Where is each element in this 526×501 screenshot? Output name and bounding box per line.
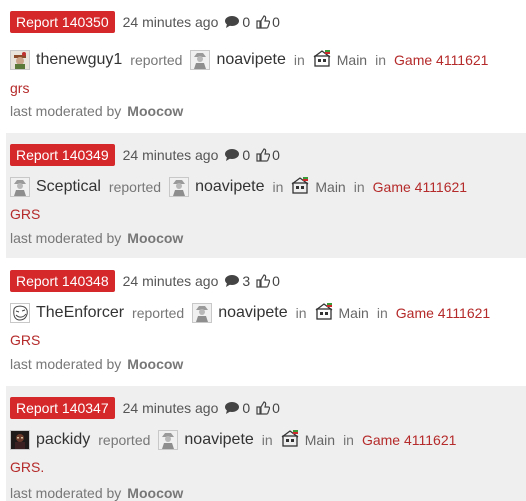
moderator-username[interactable]: Moocow (127, 356, 183, 372)
moderator-username[interactable]: Moocow (127, 230, 183, 246)
faction-name: Main (315, 179, 346, 195)
comment-count-value: 3 (242, 273, 251, 289)
faction-name: Main (304, 432, 336, 448)
in-label: in (375, 52, 387, 68)
in-label: in (293, 52, 305, 68)
like-count[interactable]: 0 (256, 14, 280, 30)
default-avatar-icon[interactable] (158, 430, 179, 450)
report-reason: grs (10, 80, 30, 96)
default-avatar-icon[interactable] (10, 177, 30, 197)
troll-face-avatar-icon[interactable] (10, 303, 30, 323)
in-label: in (353, 179, 365, 195)
faction-icon (313, 49, 331, 72)
like-count-value: 0 (272, 400, 280, 416)
report-id-button[interactable]: Report 140350 (10, 11, 115, 33)
game-link[interactable]: Game 4111621 (396, 305, 490, 321)
comment-count[interactable]: 0 (224, 14, 250, 30)
faction-icon (291, 176, 309, 199)
in-label: in (272, 179, 284, 195)
reported-label: reported (98, 432, 151, 448)
last-moderated-label: last moderated by (10, 103, 122, 119)
last-moderated-label: last moderated by (10, 356, 122, 372)
comment-count-value: 0 (242, 400, 251, 416)
report-reason: GRS (10, 206, 41, 222)
report-reason: GRS. (10, 459, 45, 475)
reported-label: reported (108, 179, 162, 195)
last-moderated-label: last moderated by (10, 485, 122, 501)
faction-icon (281, 429, 299, 452)
like-count-value: 0 (272, 14, 280, 30)
faction-name: Main (336, 52, 368, 68)
target-username[interactable]: noavipete (195, 178, 264, 196)
reporter-username[interactable]: TheEnforcer (36, 304, 124, 322)
reported-label: reported (132, 305, 185, 321)
like-count[interactable]: 0 (256, 147, 280, 163)
report-id-button[interactable]: Report 140347 (10, 397, 115, 419)
comment-count[interactable]: 3 (224, 273, 250, 289)
dark-character-avatar-icon[interactable] (10, 430, 30, 450)
like-count[interactable]: 0 (256, 273, 280, 289)
report-reason: GRS (10, 332, 41, 348)
in-label: in (261, 432, 273, 448)
moderator-username[interactable]: Moocow (127, 103, 183, 119)
target-username[interactable]: noavipete (184, 431, 253, 449)
like-count-value: 0 (272, 147, 280, 163)
comment-icon (225, 275, 240, 287)
last-moderated-label: last moderated by (10, 230, 122, 246)
report-entry: Report 140348 24 minutes ago 3 0 TheEnfo… (6, 259, 526, 385)
thumbs-up-icon (256, 401, 271, 415)
default-avatar-icon[interactable] (192, 303, 213, 323)
comment-count-value: 0 (242, 14, 251, 30)
like-count-value: 0 (272, 273, 280, 289)
comment-icon (225, 149, 240, 161)
game-link[interactable]: Game 4111621 (394, 52, 488, 68)
reported-label: reported (130, 52, 183, 68)
default-avatar-icon[interactable] (190, 50, 211, 70)
target-username[interactable]: noavipete (216, 51, 285, 69)
comment-count[interactable]: 0 (224, 147, 250, 163)
reporter-username[interactable]: packidy (36, 431, 90, 449)
report-entry: Report 140347 24 minutes ago 0 0 packidy… (6, 386, 526, 501)
report-time: 24 minutes ago (122, 147, 219, 163)
in-label: in (376, 305, 388, 321)
report-time: 24 minutes ago (122, 14, 219, 30)
comment-icon (225, 16, 240, 28)
in-label: in (343, 432, 354, 448)
thumbs-up-icon (256, 148, 271, 162)
report-entry: Report 140349 24 minutes ago 0 0 Sceptic… (6, 133, 526, 258)
report-entry: Report 140350 24 minutes ago 0 0 thenewg… (6, 0, 526, 132)
comment-count-value: 0 (242, 147, 251, 163)
faction-name: Main (338, 305, 369, 321)
moderator-username[interactable]: Moocow (127, 485, 183, 501)
game-link[interactable]: Game 4111621 (373, 179, 467, 195)
thumbs-up-icon (256, 15, 271, 29)
report-id-button[interactable]: Report 140349 (10, 144, 115, 166)
comment-count[interactable]: 0 (224, 400, 250, 416)
faction-icon (315, 302, 333, 325)
report-id-button[interactable]: Report 140348 (10, 270, 115, 292)
thumbs-up-icon (256, 274, 271, 288)
in-label: in (295, 305, 307, 321)
game-link[interactable]: Game 4111621 (362, 432, 456, 448)
report-time: 24 minutes ago (122, 400, 219, 416)
comment-icon (225, 402, 240, 414)
reporter-username[interactable]: Sceptical (36, 178, 101, 196)
reporter-username[interactable]: thenewguy1 (36, 51, 122, 69)
target-username[interactable]: noavipete (218, 304, 287, 322)
report-time: 24 minutes ago (122, 273, 219, 289)
report-list: Report 140350 24 minutes ago 0 0 thenewg… (0, 0, 526, 501)
default-avatar-icon[interactable] (169, 177, 190, 197)
cowboy-avatar-icon[interactable] (10, 50, 30, 70)
like-count[interactable]: 0 (256, 400, 280, 416)
